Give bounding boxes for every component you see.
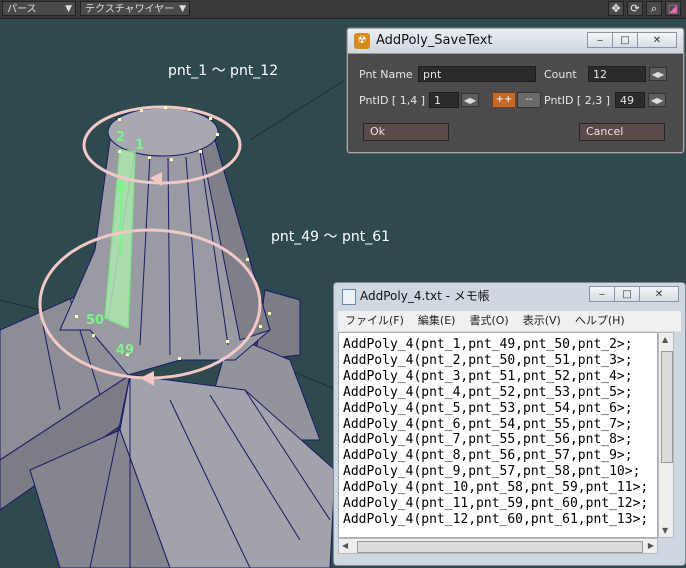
vertical-scrollbar[interactable]: ▲ ▼: [658, 332, 674, 538]
viewport-toolbar: パース ▼ テクスチャワイヤー ▼ ✥ ⟳ ⌕ ◪: [0, 0, 686, 19]
rotate-icon[interactable]: ⟳: [627, 1, 643, 16]
text-line: AddPoly_4(pnt_7,pnt_55,pnt_56,pnt_8>;: [343, 432, 633, 448]
scroll-down-icon[interactable]: ▼: [662, 526, 668, 535]
scroll-right-icon[interactable]: ▶: [648, 541, 654, 550]
notepad-menubar: ファイル(F) 編集(E) 書式(O) 表示(V) ヘルプ(H): [338, 311, 681, 332]
notepad-text-area[interactable]: AddPoly_4(pnt_1,pnt_49,pnt_50,pnt_2>; Add…: [338, 332, 658, 538]
close-button[interactable]: ✕: [637, 32, 677, 48]
frame-icon[interactable]: ◪: [665, 1, 681, 16]
minimize-button[interactable]: ‒: [589, 286, 615, 302]
menu-help[interactable]: ヘルプ(H): [568, 311, 632, 331]
pnt-name-field[interactable]: pnt: [418, 66, 536, 82]
maximize-button[interactable]: □: [612, 32, 638, 48]
close-button[interactable]: ✕: [639, 286, 679, 302]
pnt-name-label: Pnt Name: [359, 68, 413, 81]
scroll-left-icon[interactable]: ◀: [342, 541, 348, 550]
annotation-bottom-ring: pnt_49 ～ pnt_61: [271, 229, 391, 245]
text-line: AddPoly_4(pnt_2,pnt_50,pnt_51,pnt_3>;: [343, 352, 633, 368]
vertex-label-49: 49: [116, 343, 135, 358]
app-icon: ☢: [354, 33, 370, 49]
move-icon[interactable]: ✥: [608, 1, 624, 16]
text-line: AddPoly_4(pnt_9,pnt_57,pnt_58,pnt_10>;: [343, 464, 641, 480]
notepad-title: AddPoly_4.txt - メモ帳: [360, 289, 490, 303]
count-label: Count: [544, 68, 577, 81]
maximize-button[interactable]: □: [614, 286, 640, 302]
notepad-titlebar[interactable]: AddPoly_4.txt - メモ帳 ‒ □ ✕: [334, 283, 685, 309]
view-dropdown-label: パース: [7, 4, 37, 15]
text-line: AddPoly_4(pnt_6,pnt_54,pnt_55,pnt_7>;: [343, 416, 633, 432]
increment-button[interactable]: ++: [492, 92, 516, 108]
text-line: AddPoly_4(pnt_8,pnt_56,pnt_57,pnt_9>;: [343, 448, 633, 464]
horizontal-scroll-thumb[interactable]: [357, 541, 643, 553]
pntid2-label: PntID [ 2,3 ]: [544, 94, 611, 107]
text-line: AddPoly_4(pnt_1,pnt_49,pnt_50,pnt_2>;: [343, 337, 633, 352]
vertex-label-2: 2: [116, 130, 126, 145]
vertex-label-50: 50: [86, 313, 105, 328]
vertex-label-1: 1: [135, 138, 145, 153]
notepad-icon: [342, 289, 356, 305]
chevron-down-icon: ▼: [179, 4, 186, 14]
annotation-top-ring: pnt_1 ～ pnt_12: [168, 63, 279, 79]
text-line: AddPoly_4(pnt_4,pnt_52,pnt_53,pnt_5>;: [343, 384, 633, 400]
zoom-icon[interactable]: ⌕: [646, 1, 662, 16]
notepad-window: AddPoly_4.txt - メモ帳 ‒ □ ✕ ファイル(F) 編集(E) …: [333, 282, 686, 566]
decrement-button[interactable]: --: [517, 92, 541, 108]
minimize-button[interactable]: ‒: [587, 32, 613, 48]
addpoly-dialog: ☢ AddPoly_SaveText ‒ □ ✕ Pnt Name pnt Co…: [347, 28, 684, 153]
pntid2-stepper[interactable]: ◀▶: [648, 93, 666, 107]
count-field[interactable]: 12: [588, 66, 646, 82]
dialog-title: AddPoly_SaveText: [376, 33, 493, 48]
count-stepper[interactable]: ◀▶: [649, 67, 667, 81]
cancel-button[interactable]: Cancel: [579, 123, 665, 141]
view-dropdown[interactable]: パース ▼: [2, 1, 76, 16]
text-line: AddPoly_4(pnt_10,pnt_58,pnt_59,pnt_11>;: [343, 480, 649, 496]
horizontal-scrollbar[interactable]: ◀ ▶: [338, 538, 658, 554]
text-line: AddPoly_4(pnt_5,pnt_53,pnt_54,pnt_6>;: [343, 400, 633, 416]
vertical-scroll-thumb[interactable]: [661, 351, 673, 463]
pntid1-label: PntID [ 1,4 ]: [359, 94, 426, 107]
shading-dropdown-label: テクスチャワイヤー: [85, 4, 175, 15]
pntid1-stepper[interactable]: ◀▶: [461, 93, 479, 107]
menu-edit[interactable]: 編集(E): [411, 311, 463, 331]
shading-dropdown[interactable]: テクスチャワイヤー ▼: [80, 1, 190, 16]
pntid1-field[interactable]: 1: [429, 92, 459, 108]
chevron-down-icon: ▼: [65, 4, 72, 14]
menu-file[interactable]: ファイル(F): [338, 311, 411, 331]
ok-button[interactable]: Ok: [363, 123, 449, 141]
text-line: AddPoly_4(pnt_11,pnt_59,pnt_60,pnt_12>;: [343, 496, 649, 512]
menu-view[interactable]: 表示(V): [516, 311, 568, 331]
text-line: AddPoly_4(pnt_12,pnt_60,pnt_61,pnt_13>;: [343, 511, 649, 527]
mesh: [0, 107, 336, 568]
pntid2-field[interactable]: 49: [615, 92, 645, 108]
menu-format[interactable]: 書式(O): [462, 311, 515, 331]
dialog-titlebar[interactable]: ☢ AddPoly_SaveText ‒ □ ✕: [348, 29, 683, 54]
text-line: AddPoly_4(pnt_3,pnt_51,pnt_52,pnt_4>;: [343, 368, 633, 384]
scroll-up-icon[interactable]: ▲: [662, 335, 668, 344]
